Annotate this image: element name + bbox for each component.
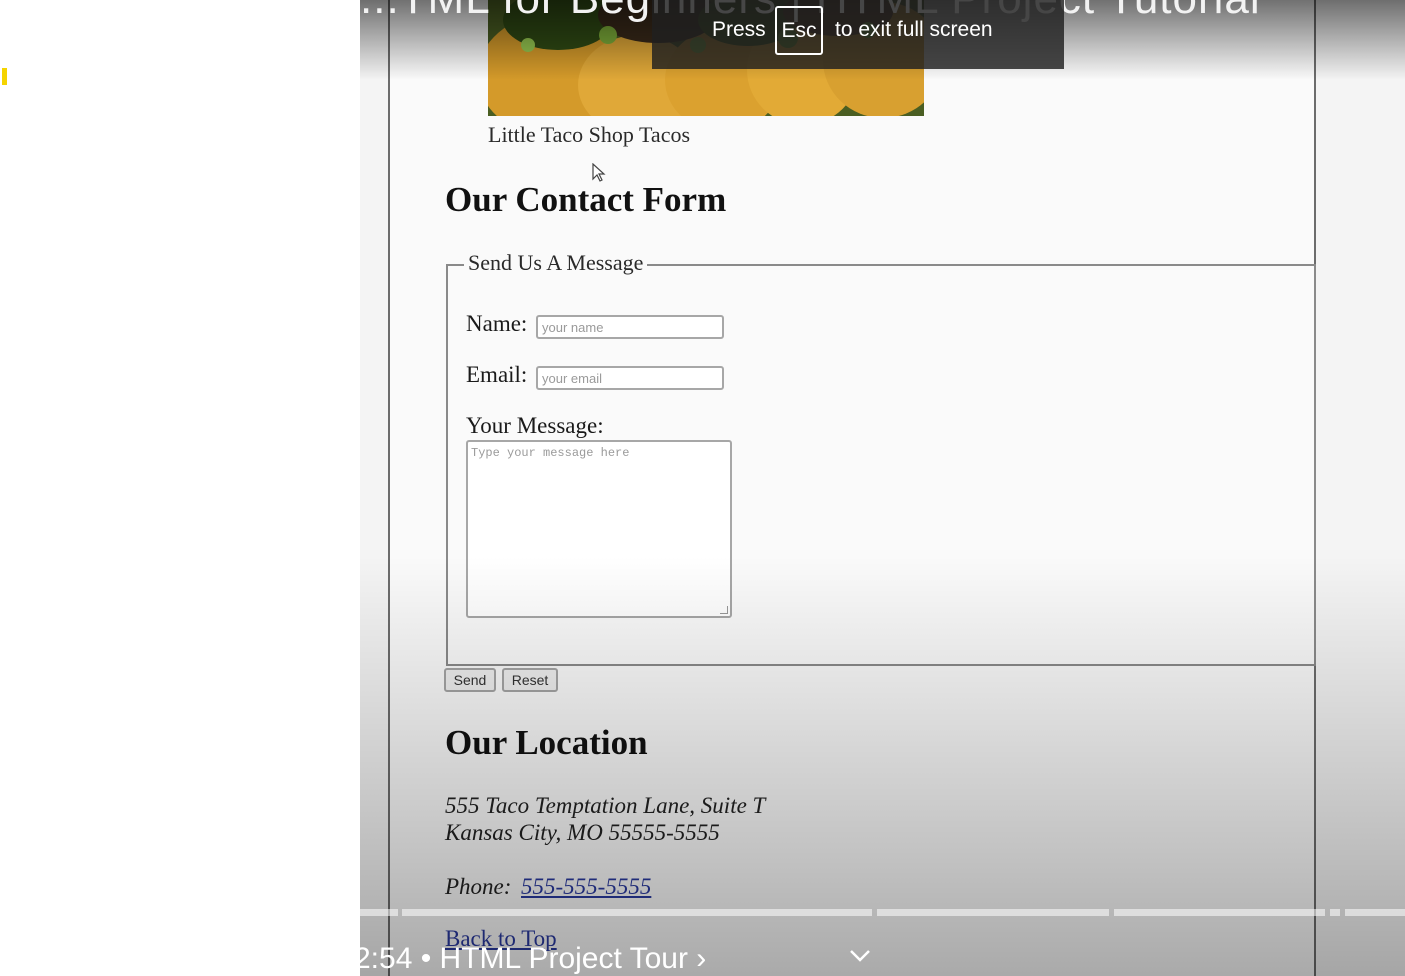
chevron-down-icon[interactable] [849,948,871,969]
fullscreen-press-text: Press [712,18,766,41]
message-placeholder: Type your message here [471,446,630,460]
progress-chapter-segment[interactable] [877,909,1109,916]
progress-chapter-segment[interactable] [402,909,872,916]
chapter-title-button[interactable]: 2:54 • HTML Project Tour › [360,942,706,976]
progress-chapter-segment[interactable] [1345,909,1405,916]
left-pane [0,0,360,976]
fieldset-legend: Send Us A Message [464,250,648,276]
message-label: Your Message: [466,413,604,438]
image-caption: Little Taco Shop Tacos [488,122,691,147]
name-label: Name: [466,311,528,336]
progress-bar[interactable] [360,909,1405,916]
phone-label: Phone: [445,874,512,899]
name-input[interactable]: your name [536,315,724,339]
progress-chapter-segment[interactable] [360,909,398,916]
phone-link[interactable]: 555-555-5555 [521,874,651,900]
resize-grip-icon[interactable] [720,606,728,614]
mouse-cursor-icon [592,162,606,188]
progress-chapter-segment[interactable] [1114,909,1325,916]
email-input[interactable]: your email [536,366,724,390]
message-textarea[interactable]: Type your message here [466,440,732,618]
fullscreen-notice: Press Esc to exit full screen [652,0,1064,69]
video-player[interactable]: Little Taco Shop Tacos Our Contact Form … [360,0,1405,976]
esc-key-badge: Esc [775,6,823,55]
location-heading: Our Location [445,723,648,762]
address-line-1: 555 Taco Temptation Lane, Suite T [445,793,766,818]
send-button[interactable]: Send [444,668,496,692]
progress-chapter-segment[interactable] [1330,909,1340,916]
fullscreen-exit-text: to exit full screen [835,18,993,41]
contact-form-heading: Our Contact Form [445,180,727,219]
highlight-marker [2,68,7,85]
reset-button[interactable]: Reset [502,668,558,692]
webpage-frame: Little Taco Shop Tacos Our Contact Form … [388,0,1316,976]
email-label: Email: [466,362,528,387]
address-line-2: Kansas City, MO 55555-5555 [445,820,720,845]
